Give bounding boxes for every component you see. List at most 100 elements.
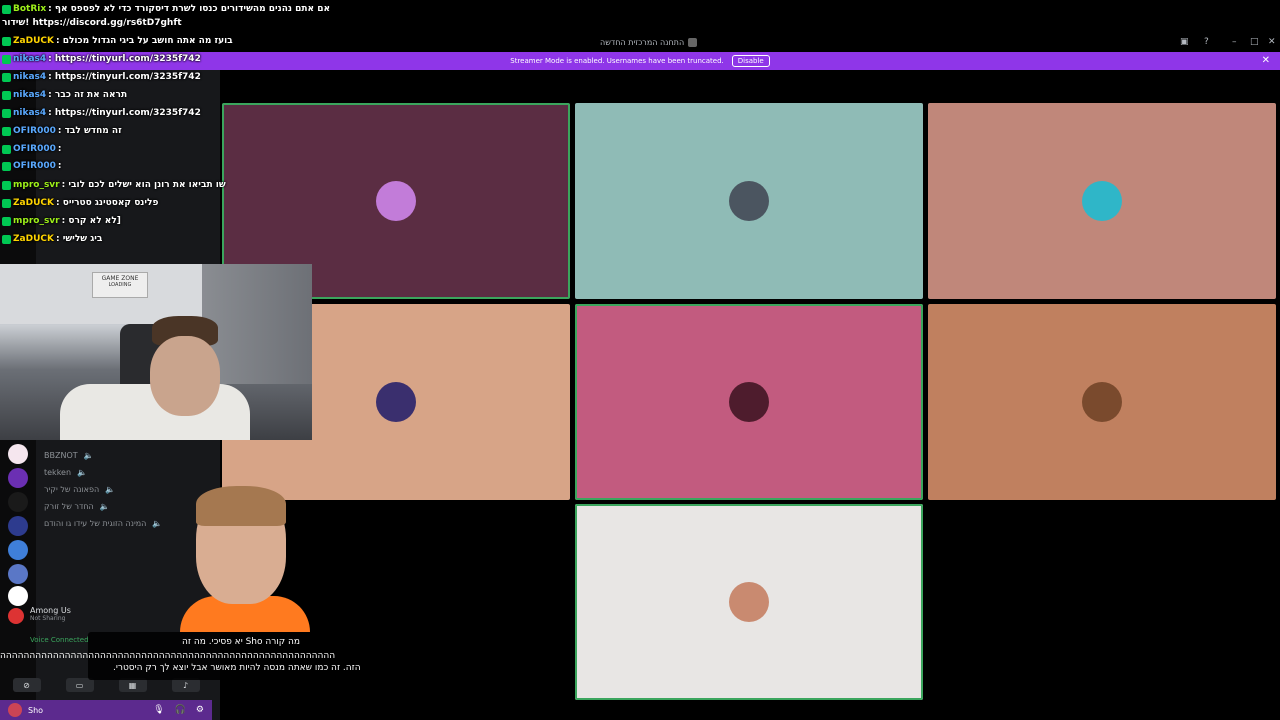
badge-icon [2, 216, 11, 226]
voice-channel[interactable]: 🔈 tekken [44, 468, 87, 477]
username: Sho [28, 705, 44, 715]
speaker-icon: 🔈 [152, 519, 163, 528]
banner-text: Streamer Mode is enabled. Usernames have… [510, 57, 724, 65]
chat-text: : ביג שלישי [55, 234, 103, 244]
chat-username[interactable]: ZaDUCK [13, 36, 54, 46]
sign-text: GAME ZONE [101, 275, 139, 282]
minimize-icon[interactable]: – [1232, 37, 1237, 47]
screen-share-icon[interactable]: ▭ [65, 678, 94, 692]
chat-username[interactable]: mpro_svr [13, 216, 60, 226]
chat-username[interactable]: OFIR000 [13, 161, 56, 171]
webcam-feed: GAME ZONE LOADING [0, 264, 312, 440]
webcam-head [150, 336, 220, 416]
chat-message: ZaDUCK: בועז מה אתה חושב על ביגי הגדול מ… [2, 34, 233, 48]
speaker-icon: 🔈 [99, 502, 110, 511]
server-icon[interactable] [8, 586, 28, 606]
chat-message: nikas4: תראה את זה כבר [2, 88, 127, 102]
activities-icon[interactable]: ▦ [118, 678, 147, 692]
avatar[interactable] [8, 703, 22, 717]
chat-message: שידור! https://discord.gg/rs6tD7ghft [2, 16, 182, 30]
badge-icon [2, 108, 11, 118]
badge-icon [2, 54, 11, 64]
chat-text: : [57, 144, 62, 154]
headphones-icon[interactable]: 🎧 [175, 705, 186, 715]
video-tile[interactable] [575, 304, 923, 500]
video-tile[interactable] [928, 103, 1276, 299]
voice-channel[interactable]: 🔈 הפאונה של יקיר [44, 485, 115, 494]
close-icon[interactable]: ✕ [1268, 37, 1276, 47]
microphone-icon[interactable]: 🎙 [153, 705, 164, 715]
chat-message: OFIR000: [2, 159, 61, 173]
video-tile[interactable] [575, 504, 923, 700]
server-icon[interactable] [8, 492, 28, 512]
chat-text: : תראה את זה כבר [48, 90, 128, 100]
chat-message: mpro_svr: שו תביאו את רונן הוא ישלים לכם… [2, 178, 226, 192]
chat-message: nikas4: https://tinyurl.com/3235f742 [2, 106, 201, 120]
inbox-icon[interactable]: ▣ [1180, 37, 1189, 47]
subtitle-line: מה קורה Sho יא פסיכי. מה זה [182, 637, 301, 647]
badge-icon [2, 90, 11, 100]
voice-channel[interactable]: 🔈 החדר של זורק [44, 502, 110, 511]
chat-text: : https://tinyurl.com/3235f742 [48, 54, 201, 64]
voice-channel[interactable]: 🔈 BBZNOT [44, 451, 94, 460]
activity-status: Not Sharing [30, 615, 66, 622]
soundboard-icon[interactable]: ♪ [171, 678, 200, 692]
badge-icon [2, 72, 11, 82]
camera-icon[interactable]: ⊘ [12, 678, 41, 692]
cutout-person [180, 486, 310, 632]
avatar [1082, 181, 1122, 221]
chat-username[interactable]: nikas4 [13, 108, 46, 118]
chat-text: : בועז מה אתה חושב על ביגי הגדול מכולם [55, 36, 233, 46]
chat-text: שידור! https://discord.gg/rs6tD7ghft [2, 18, 182, 28]
gear-icon[interactable]: ⚙ [196, 705, 204, 715]
voice-channel-label: המינה הזוגית של עידו גו והודם [44, 519, 147, 528]
voice-channel-label: הפאונה של יקיר [44, 485, 100, 494]
video-tile[interactable] [928, 304, 1276, 500]
speaker-icon: 🔈 [83, 451, 94, 460]
chat-username[interactable]: BotRix [13, 4, 46, 14]
among-us-icon [8, 608, 24, 624]
server-icon[interactable] [8, 444, 28, 464]
avatar [729, 582, 769, 622]
chat-text: : לא לא קרס] [61, 216, 121, 226]
server-icon[interactable] [8, 468, 28, 488]
close-icon[interactable]: ✕ [1262, 55, 1270, 66]
badge-icon [2, 144, 11, 154]
window-title-text: התחנה המרכזית החדשה [600, 38, 685, 47]
cutout-hair [196, 486, 286, 526]
chat-text: : שו תביאו את רונן הוא ישלים לכם לובי [61, 180, 226, 190]
server-icon[interactable] [8, 516, 28, 536]
activity-among-us[interactable]: Among Us Not Sharing [8, 606, 71, 624]
server-icon[interactable] [8, 564, 28, 584]
badge-icon [2, 4, 11, 14]
help-icon[interactable]: ? [1204, 37, 1209, 47]
avatar [729, 181, 769, 221]
channel-icon [688, 38, 698, 47]
chat-username[interactable]: nikas4 [13, 72, 46, 82]
voice-channel-label: החדר של זורק [44, 502, 94, 511]
chat-message: ZaDUCK: ביג שלישי [2, 232, 102, 246]
chat-username[interactable]: ZaDUCK [13, 198, 54, 208]
chat-username[interactable]: ZaDUCK [13, 234, 54, 244]
avatar [1082, 382, 1122, 422]
chat-username[interactable]: OFIR000 [13, 144, 56, 154]
chat-message: OFIR000: [2, 142, 61, 156]
chat-username[interactable]: nikas4 [13, 54, 46, 64]
subtitle-line: הההההההההההההההההההההההההההההההההההההההה… [0, 651, 336, 661]
chat-username[interactable]: mpro_svr [13, 180, 60, 190]
chat-text: : https://tinyurl.com/3235f742 [48, 72, 201, 82]
server-icon[interactable] [8, 540, 28, 560]
chat-username[interactable]: OFIR000 [13, 126, 56, 136]
voice-channel[interactable]: 🔈 המינה הזוגית של עידו גו והודם [44, 519, 162, 528]
chat-username[interactable]: nikas4 [13, 90, 46, 100]
disable-button[interactable]: Disable [731, 55, 770, 67]
chat-text: : פלינס קאסטינג סטרייס [55, 198, 159, 208]
voice-channel-label: BBZNOT [44, 451, 78, 460]
video-tile[interactable] [575, 103, 923, 299]
badge-icon [2, 126, 11, 136]
maximize-icon[interactable]: □ [1250, 37, 1259, 47]
subtitle-line: הזה. זה כמו שאתה מנסה להיות מאושר אבל יו… [113, 663, 361, 673]
window-title: התחנה המרכזית החדשה [600, 38, 698, 47]
chat-text: : [57, 161, 62, 171]
chat-message: ZaDUCK: פלינס קאסטינג סטרייס [2, 196, 158, 210]
